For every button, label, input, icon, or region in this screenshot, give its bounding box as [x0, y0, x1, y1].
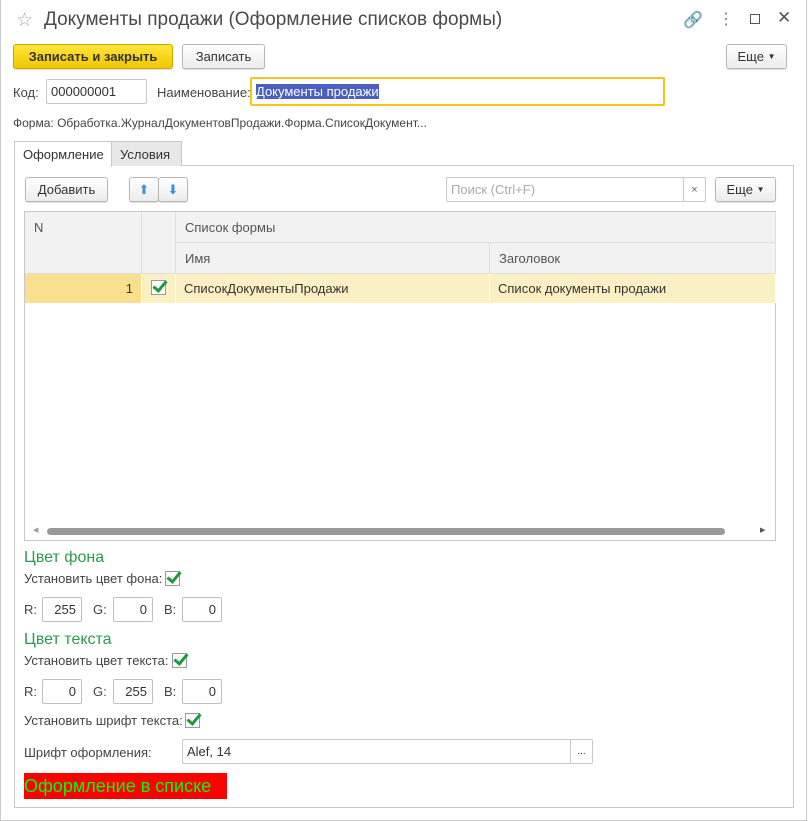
bg-g-input[interactable]: 0 — [113, 597, 153, 622]
link-icon[interactable]: 🔗 — [683, 10, 703, 30]
font-label: Шрифт оформления: — [24, 745, 152, 760]
col-header-caption[interactable]: Заголовок — [490, 243, 776, 274]
preview-sample: Оформление в списке — [24, 773, 227, 799]
form-label: Форма: Обработка.ЖурналДокументовПродажи… — [13, 116, 427, 130]
text-b-label: B: — [164, 684, 177, 699]
text-g-input[interactable]: 255 — [113, 679, 153, 704]
font-input[interactable]: Alef, 14 — [182, 739, 571, 764]
maximize-icon[interactable] — [750, 14, 760, 24]
set-bg-checkbox[interactable] — [165, 571, 180, 586]
col-header-name[interactable]: Имя — [176, 243, 490, 274]
tab-design[interactable]: Оформление — [14, 141, 112, 167]
arrow-down-icon: ⬇ — [167, 181, 179, 197]
font-choose-button[interactable]: ... — [570, 739, 593, 764]
col-group-header: Список формы — [176, 212, 776, 243]
text-r-label: R: — [24, 684, 37, 699]
move-up-button[interactable]: ⬆ — [129, 177, 159, 202]
set-text-color-checkbox[interactable] — [172, 653, 187, 668]
bg-b-label: B: — [164, 602, 177, 617]
horizontal-scrollbar[interactable] — [47, 528, 725, 535]
tab-conditions[interactable]: Условия — [111, 141, 182, 166]
bg-b-input[interactable]: 0 — [182, 597, 222, 622]
bg-r-label: R: — [24, 602, 37, 617]
more-vert-icon[interactable]: ⋮ — [718, 9, 734, 29]
row-check-cell[interactable] — [142, 274, 176, 303]
col-header-check[interactable] — [142, 212, 176, 274]
arrow-up-icon: ⬆ — [138, 181, 150, 197]
save-and-close-button[interactable]: Записать и закрыть — [13, 44, 173, 69]
bg-r-input[interactable]: 255 — [42, 597, 82, 622]
row-n[interactable]: 1 — [25, 274, 142, 303]
move-down-button[interactable]: ⬇ — [158, 177, 188, 202]
text-g-label: G: — [93, 684, 107, 699]
more-label: Еще — [737, 49, 764, 64]
row-name[interactable]: СписокДокументыПродажи — [176, 274, 490, 303]
col-header-n[interactable]: N — [25, 212, 142, 274]
favorite-star-icon[interactable]: ☆ — [16, 9, 33, 32]
name-value: Документы продажи — [256, 84, 379, 99]
code-label: Код: — [13, 85, 39, 100]
close-icon[interactable]: ✕ — [777, 8, 791, 28]
name-input[interactable]: Документы продажи — [250, 77, 665, 106]
list-more-label: Еще — [726, 182, 753, 197]
set-font-checkbox[interactable] — [185, 713, 200, 728]
bg-color-heading: Цвет фона — [24, 549, 105, 566]
scroll-right-icon[interactable]: ▶ — [760, 526, 765, 534]
list-more-button[interactable]: Еще ▼ — [715, 177, 776, 202]
form-value: Обработка.ЖурналДокументовПродажи.Форма.… — [57, 116, 427, 130]
dropdown-arrow-icon: ▼ — [756, 185, 765, 194]
code-input[interactable]: 000000001 — [46, 79, 147, 104]
window-title: Документы продажи (Оформление списков фо… — [44, 9, 503, 30]
set-text-color-label: Установить цвет текста: — [24, 653, 169, 668]
search-clear-button[interactable]: × — [683, 177, 706, 202]
row-checkbox[interactable] — [151, 280, 166, 295]
row-caption[interactable]: Список документы продажи — [490, 274, 776, 303]
text-b-input[interactable]: 0 — [182, 679, 222, 704]
forms-table[interactable]: N Список формы Имя Заголовок 1 СписокДок… — [24, 211, 776, 541]
save-button[interactable]: Записать — [182, 44, 265, 69]
search-input[interactable]: Поиск (Ctrl+F) — [446, 177, 684, 202]
text-r-input[interactable]: 0 — [42, 679, 82, 704]
add-button[interactable]: Добавить — [25, 177, 108, 202]
name-label: Наименование: — [157, 85, 251, 100]
text-color-heading: Цвет текста — [24, 631, 112, 648]
scroll-left-icon[interactable]: ◀ — [33, 526, 38, 534]
set-bg-label: Установить цвет фона: — [24, 571, 163, 586]
set-font-label: Установить шрифт текста: — [24, 713, 183, 728]
bg-g-label: G: — [93, 602, 107, 617]
more-button[interactable]: Еще ▼ — [726, 44, 787, 69]
dropdown-arrow-icon: ▼ — [767, 52, 776, 61]
